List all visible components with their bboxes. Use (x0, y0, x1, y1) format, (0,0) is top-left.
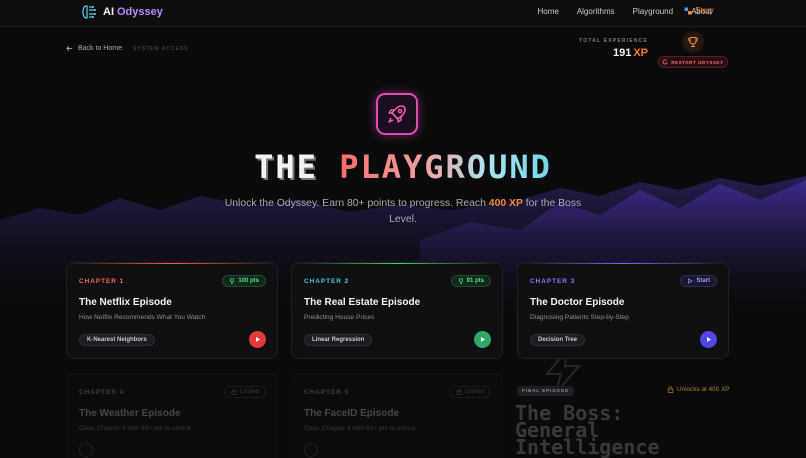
restart-odyssey-button[interactable]: RESTART ODYSSEY (658, 56, 728, 68)
restart-icon (662, 59, 668, 65)
chapter-label: CHAPTER 2 (304, 278, 350, 285)
subtitle-xp-highlight: 400 XP (488, 198, 523, 209)
restart-label: RESTART ODYSSEY (671, 59, 724, 65)
top-navbar: AI Odyssey Home Algorithms Playground Ab… (0, 0, 806, 27)
lock-icon (667, 386, 674, 393)
card-accent-line (518, 263, 728, 264)
chapter-card-5-locked: CHAPTER 5 Locked The FaceID Episode Clea… (291, 373, 503, 458)
boss-unlock-text: Unlocks at 400 XP (677, 386, 730, 393)
chapter-description: How Netflix Recommends What You Watch (79, 314, 206, 321)
xp-caption: TOTAL EXPERIENCE (579, 38, 648, 44)
algorithm-tag: K-Nearest Neighbors (79, 334, 155, 346)
system-access-label: SYSTEM ACCESS (132, 45, 189, 52)
brand-logo[interactable]: AI Odyssey (81, 4, 163, 20)
page-title: THE PLAYGROUND (0, 148, 806, 186)
back-to-home-link[interactable]: Back to Home SYSTEM ACCESS (66, 45, 189, 52)
nav-link-story[interactable]: Story (684, 6, 714, 15)
story-icon (684, 7, 692, 14)
trophy-badge (682, 31, 704, 53)
brain-icon (82, 5, 96, 19)
locked-text: Locked (239, 389, 259, 395)
boss-title: The Boss: General Intelligence (515, 403, 735, 458)
rocket-badge (376, 93, 418, 135)
chapter-label: CHAPTER 1 (79, 278, 125, 285)
trophy-icon (688, 37, 698, 47)
locked-play-placeholder (79, 443, 93, 457)
chapter-card-1[interactable]: CHAPTER 1 100 pts The Netflix Episode Ho… (66, 262, 278, 359)
locked-badge: Locked (223, 386, 266, 398)
trophy-icon (230, 278, 235, 284)
brand-ai-text: AI (103, 6, 114, 18)
locked-play-placeholder (304, 443, 318, 457)
chapter-title: The Netflix Episode (79, 297, 172, 308)
chapter-label: CHAPTER 3 (530, 278, 576, 285)
lock-icon (456, 389, 461, 395)
play-icon (481, 337, 485, 342)
xp-value: 191 (612, 47, 632, 59)
chapter-description: Clear Chapter 4 with 80+ pts to unlock (304, 425, 416, 432)
score-badge: 91 pts (450, 275, 491, 287)
chapter-description: Diagnosing Patients Step-by-Step (530, 314, 629, 321)
play-icon (256, 337, 260, 342)
arrow-left-icon (66, 46, 73, 51)
nav-link-playground[interactable]: Playground (633, 7, 673, 16)
chapter-description: Clear Chapter 3 with 80+ pts to unlock (79, 425, 191, 432)
score-badge: 100 pts (222, 275, 266, 287)
chapter-card-3[interactable]: CHAPTER 3 Start The Doctor Episode Diagn… (517, 262, 729, 359)
play-outline-icon (688, 278, 694, 284)
title-playground: PLAYGROUND (339, 148, 552, 186)
xp-value-row: 191 XP (578, 47, 648, 59)
chapter-title: The FaceID Episode (304, 408, 400, 419)
page-subtitle: Unlock the Odyssey. Earn 80+ points to p… (222, 196, 584, 228)
nav-story-label: Story (695, 6, 714, 15)
chapter-card-4-locked: CHAPTER 4 Locked The Weather Episode Cle… (66, 373, 278, 458)
xp-panel: TOTAL EXPERIENCE 191 XP (578, 38, 648, 59)
trophy-icon (458, 278, 463, 284)
brand-odyssey-text: Odyssey (117, 6, 163, 18)
play-button[interactable] (700, 331, 717, 348)
boss-unlock-requirement: Unlocks at 400 XP (667, 386, 730, 393)
final-episode-badge: FINAL EPISODE (517, 386, 575, 396)
score-text: 100 pts (238, 278, 259, 284)
card-accent-line (292, 263, 502, 264)
back-label: Back to Home (78, 45, 122, 52)
nav-link-algorithms[interactable]: Algorithms (577, 7, 615, 16)
algorithm-tag: Decision Tree (530, 334, 586, 346)
start-badge: Start (680, 275, 717, 287)
xp-unit: XP (633, 47, 648, 59)
chapter-description: Predicting House Prices (304, 314, 375, 321)
title-the: THE (254, 148, 318, 186)
play-icon (707, 337, 711, 342)
locked-badge: Locked (448, 386, 491, 398)
card-accent-line (67, 263, 277, 264)
nav-link-home[interactable]: Home (537, 7, 558, 16)
chapter-label: CHAPTER 4 (79, 389, 125, 396)
chapter-title: The Doctor Episode (530, 297, 625, 308)
lock-icon (231, 389, 236, 395)
chapter-label: CHAPTER 5 (304, 389, 350, 396)
rocket-icon (388, 105, 406, 123)
locked-text: Locked (464, 389, 484, 395)
algorithm-tag: Linear Regression (304, 334, 373, 346)
play-button[interactable] (249, 331, 266, 348)
chapter-card-2[interactable]: CHAPTER 2 91 pts The Real Estate Episode… (291, 262, 503, 359)
chapter-title: The Weather Episode (79, 408, 181, 419)
boss-title-line3: Intelligence (515, 435, 660, 458)
start-text: Start (696, 278, 710, 284)
play-button[interactable] (474, 331, 491, 348)
chapter-title: The Real Estate Episode (304, 297, 421, 308)
subtitle-text-start: Unlock the Odyssey. Earn 80+ points to p… (224, 198, 489, 209)
score-text: 91 pts (466, 278, 484, 284)
